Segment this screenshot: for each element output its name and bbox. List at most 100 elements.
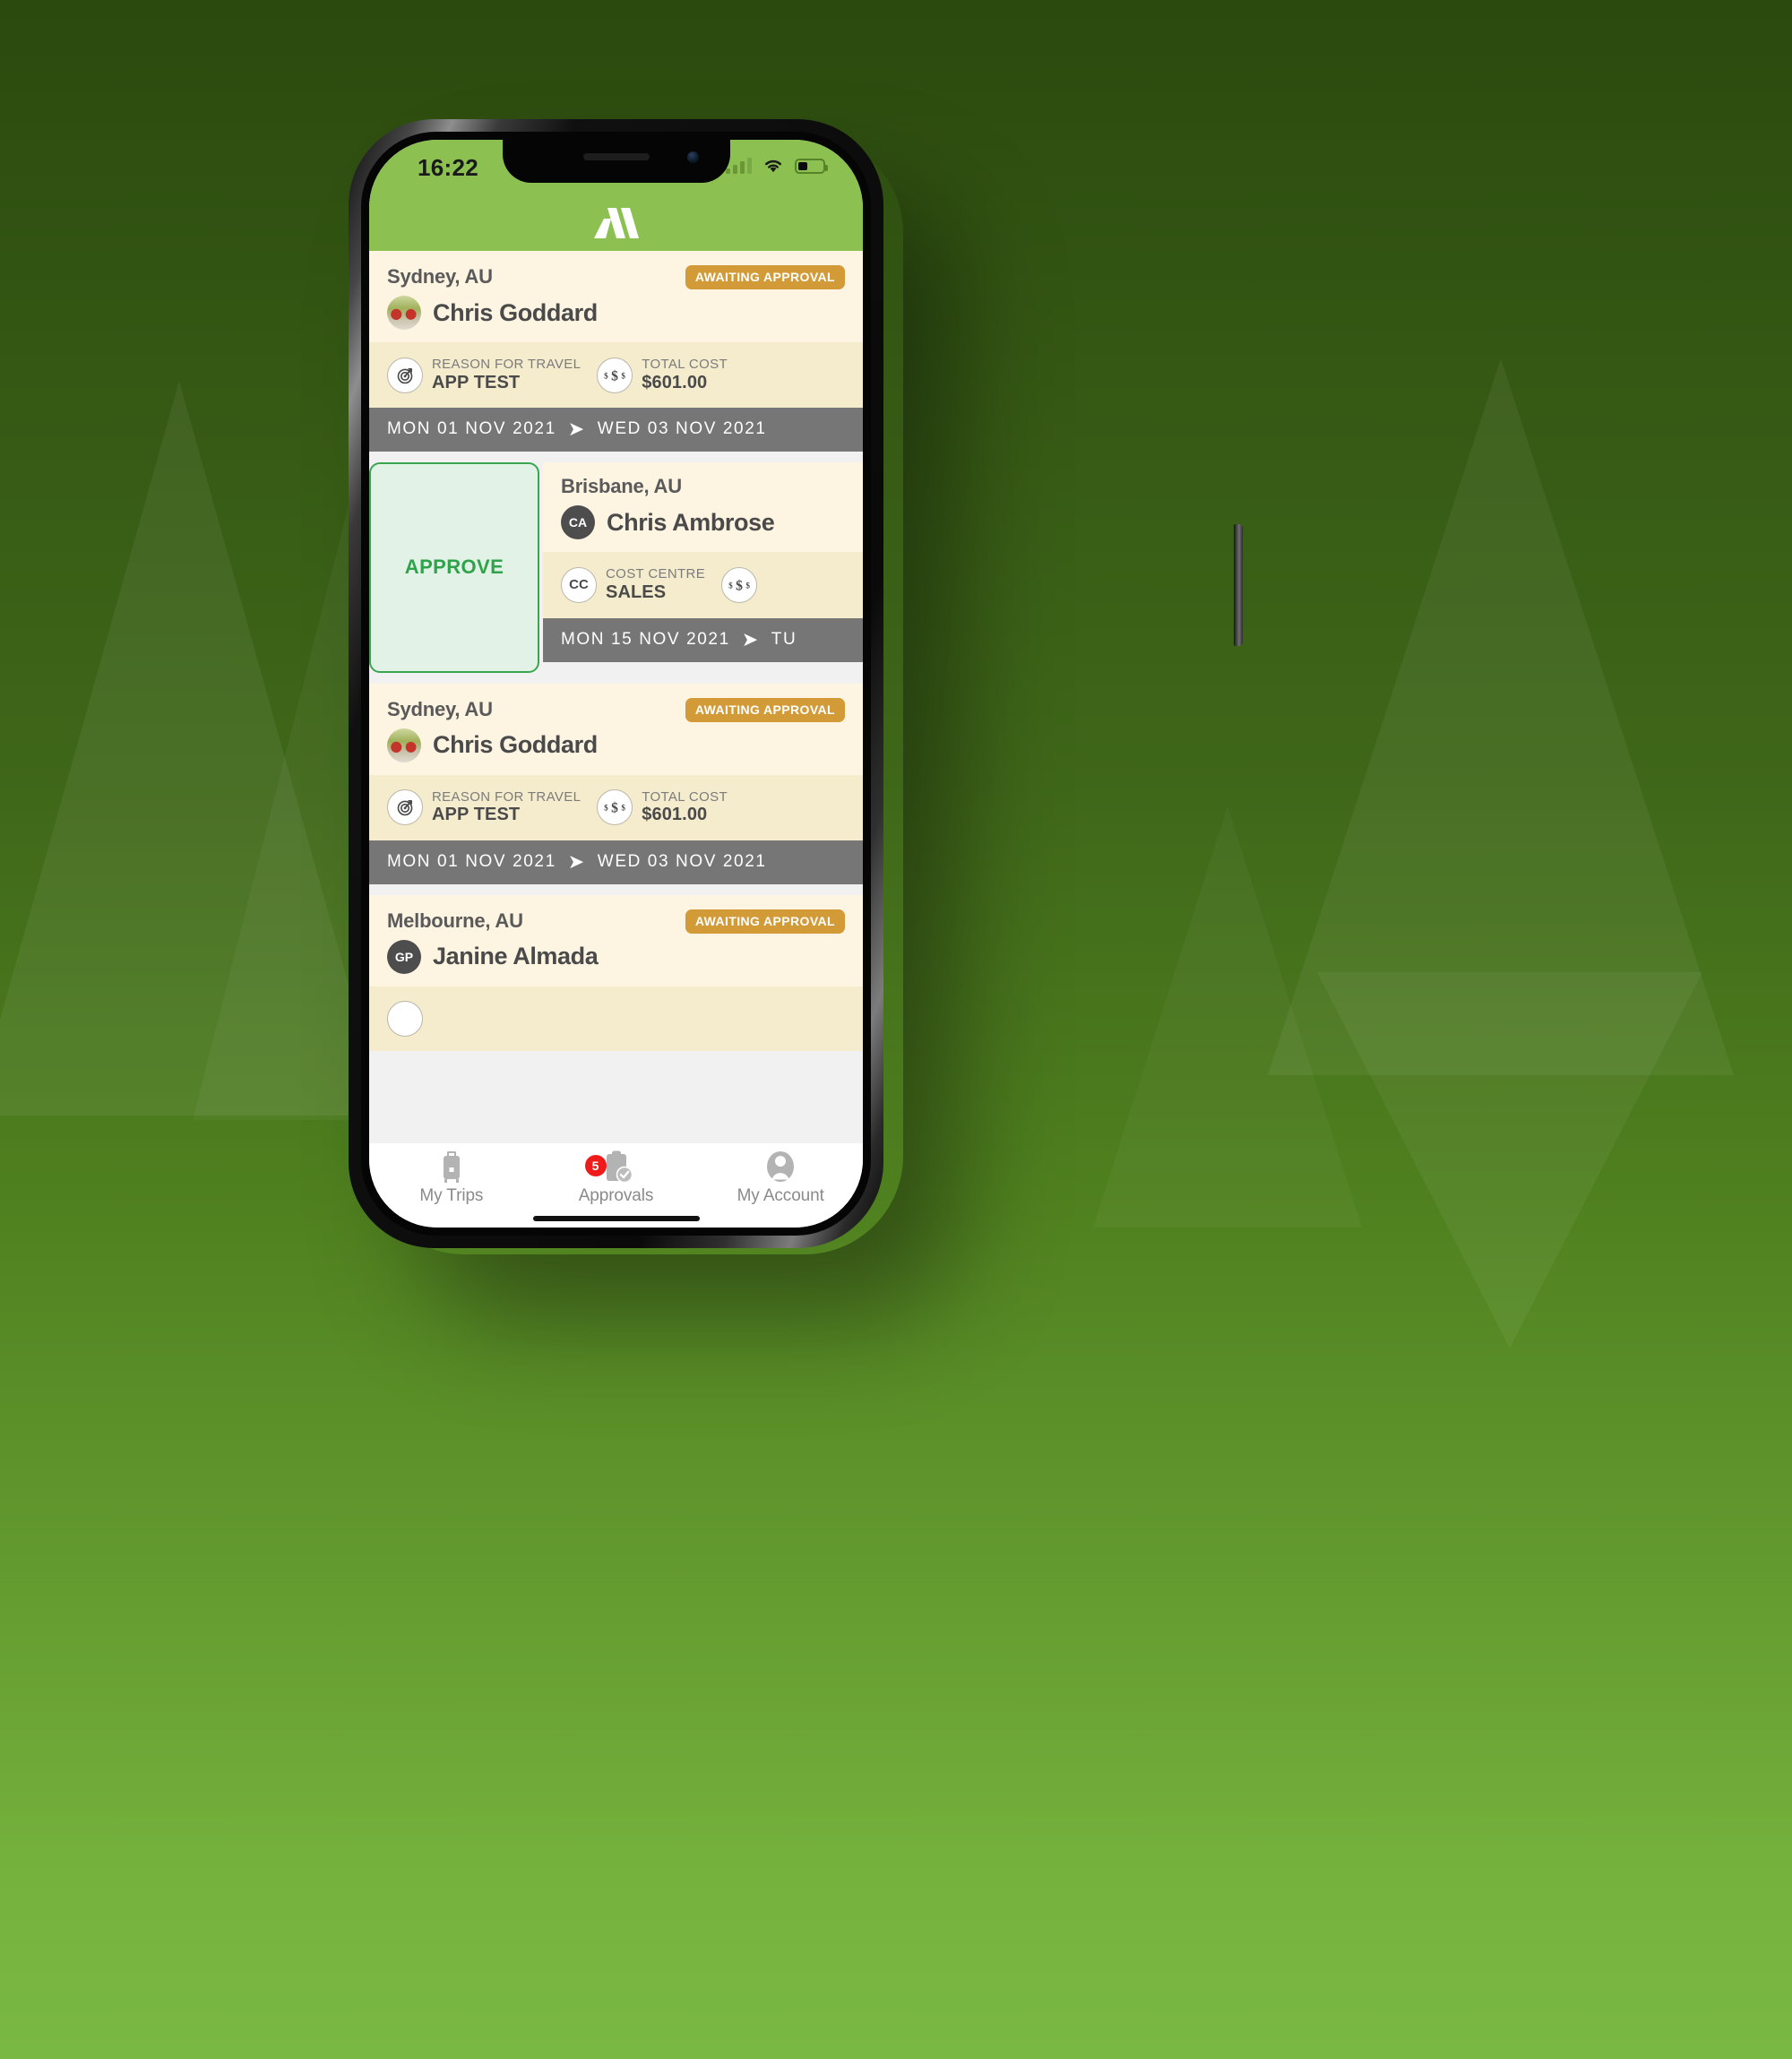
detail-placeholder: [387, 1000, 423, 1037]
tab-my-account[interactable]: My Account: [698, 1149, 863, 1206]
detail-value: APP TEST: [432, 372, 521, 392]
svg-text:$: $: [604, 804, 608, 813]
approval-card[interactable]: Melbourne, AU AWAITING APPROVAL GP Janin…: [369, 894, 863, 1051]
date-start: MON 15 NOV 2021: [561, 629, 730, 649]
status-badge: AWAITING APPROVAL: [685, 265, 845, 289]
target-icon: [387, 789, 423, 826]
approval-card-swiped-row[interactable]: APPROVE Brisbane, AU CA Chris Ambrose CC: [369, 462, 863, 673]
detail-label: REASON FOR TRAVEL: [432, 788, 582, 805]
svg-text:$: $: [622, 371, 626, 380]
tab-label: Approvals: [578, 1186, 654, 1205]
watermark-triangle-right: [1268, 358, 1734, 1075]
date-end: WED 03 NOV 2021: [597, 419, 767, 439]
card-date-range: MON 01 NOV 2021 ➤ WED 03 NOV 2021: [369, 408, 863, 452]
traveller-row: CA Chris Ambrose: [561, 505, 849, 540]
traveller-name: Chris Goddard: [433, 298, 598, 326]
svg-text:$: $: [745, 582, 750, 590]
traveller-name: Chris Goddard: [433, 731, 598, 759]
dollar-icon: $ $ $: [597, 789, 633, 826]
card-details: REASON FOR TRAVEL APP TEST $ $ $ TOTAL C…: [369, 342, 863, 409]
card-header: Melbourne, AU AWAITING APPROVAL GP Janin…: [369, 894, 863, 986]
phone-device: 16:22 Sydney, AU AWAITING APPROVAL Chris…: [349, 119, 1243, 1248]
approval-card[interactable]: Sydney, AU AWAITING APPROVAL Chris Godda…: [369, 683, 863, 884]
traveller-row: Chris Goddard: [387, 296, 845, 330]
tab-my-trips[interactable]: My Trips: [369, 1149, 534, 1206]
detail-value: SALES: [606, 582, 667, 602]
detail-cost-centre: CC COST CENTRE SALES: [561, 566, 705, 603]
traveller-row: Chris Goddard: [387, 728, 845, 762]
watermark-triangle-right-small: [1093, 806, 1362, 1228]
card-header: Sydney, AU AWAITING APPROVAL Chris Godda…: [369, 251, 863, 342]
device-notch: [502, 140, 730, 183]
card-details: CC COST CENTRE SALES $ $ $: [543, 552, 863, 618]
avatar: GP: [387, 939, 421, 974]
traveller-name: Chris Ambrose: [607, 508, 775, 536]
tab-label: My Account: [737, 1186, 824, 1205]
card-details: [369, 986, 863, 1051]
card-date-range: MON 15 NOV 2021 ➤ TU: [543, 617, 863, 662]
card-details: REASON FOR TRAVEL APP TEST $ $ $ TOTAL C…: [369, 774, 863, 840]
detail-reason-for-travel: REASON FOR TRAVEL APP TEST: [387, 357, 581, 393]
avatar: CA: [561, 505, 595, 540]
front-camera: [686, 151, 699, 163]
svg-text:$: $: [728, 582, 733, 590]
detail-label: COST CENTRE: [606, 566, 706, 582]
arrow-right-icon: ➤: [741, 627, 760, 650]
watermark-triangle-left: [0, 381, 385, 1116]
phone-bezel: 16:22 Sydney, AU AWAITING APPROVAL Chris…: [361, 132, 871, 1236]
watermark-diamond-right: [1317, 972, 1702, 1348]
approvals-list[interactable]: Sydney, AU AWAITING APPROVAL Chris Godda…: [369, 251, 863, 1143]
card-city: Brisbane, AU: [561, 475, 682, 498]
svg-text:$: $: [604, 371, 608, 380]
svg-text:$: $: [611, 368, 618, 383]
detail-value: $601.00: [642, 372, 708, 392]
tab-label: My Trips: [419, 1186, 484, 1205]
arrow-right-icon: ➤: [567, 418, 586, 441]
dollar-icon: $ $ $: [721, 566, 758, 603]
tab-approvals[interactable]: 5 Approvals: [534, 1149, 699, 1206]
traveller-name: Janine Almada: [433, 943, 599, 970]
status-badge: AWAITING APPROVAL: [685, 697, 845, 722]
card-header: Sydney, AU AWAITING APPROVAL Chris Godda…: [369, 683, 863, 775]
detail-value: $601.00: [642, 805, 708, 825]
avatar: [387, 728, 421, 762]
approval-card[interactable]: Brisbane, AU CA Chris Ambrose CC COST CE…: [543, 462, 863, 662]
approve-button[interactable]: APPROVE: [369, 462, 539, 673]
date-start: MON 01 NOV 2021: [387, 419, 556, 439]
status-icons: [726, 156, 828, 174]
detail-reason-for-travel: REASON FOR TRAVEL APP TEST: [387, 789, 581, 826]
card-header: Brisbane, AU CA Chris Ambrose: [543, 462, 863, 553]
approvals-badge: 5: [584, 1155, 607, 1176]
detail-total-cost: $ $ $ TOTAL COST $601.00: [597, 357, 728, 393]
person-icon: [764, 1149, 797, 1185]
battery-icon: [795, 158, 828, 174]
suitcase-icon: [436, 1149, 467, 1185]
home-indicator[interactable]: [532, 1216, 700, 1221]
app-header: [369, 195, 863, 251]
detail-label: TOTAL COST: [642, 788, 728, 805]
approval-card[interactable]: Sydney, AU AWAITING APPROVAL Chris Godda…: [369, 251, 863, 452]
bottom-tab-bar[interactable]: My Trips 5 Approvals My Account: [369, 1143, 863, 1228]
detail-total-cost: $ $ $ TOTAL COST $601.00: [597, 789, 728, 826]
detail-total-cost: $ $ $: [721, 566, 758, 603]
app-logo-m: [593, 208, 639, 238]
power-button[interactable]: [1234, 524, 1243, 646]
svg-text:$: $: [622, 804, 626, 813]
status-time: 16:22: [418, 154, 478, 181]
detail-value: APP TEST: [432, 805, 521, 825]
cellular-signal-icon: [726, 158, 752, 174]
cost-centre-icon: CC: [561, 566, 597, 603]
target-icon: [387, 1000, 423, 1037]
earpiece-speaker: [582, 153, 650, 160]
avatar: [387, 296, 421, 330]
svg-text:$: $: [736, 578, 743, 593]
clipboard-check-icon: 5: [584, 1149, 633, 1185]
wifi-icon: [762, 158, 784, 174]
detail-label: REASON FOR TRAVEL: [432, 357, 582, 372]
traveller-row: GP Janine Almada: [387, 939, 845, 974]
date-end: TU: [771, 629, 797, 649]
detail-label: TOTAL COST: [642, 357, 728, 372]
date-start: MON 01 NOV 2021: [387, 851, 556, 871]
battery-fill: [798, 161, 808, 170]
date-end: WED 03 NOV 2021: [597, 851, 767, 871]
